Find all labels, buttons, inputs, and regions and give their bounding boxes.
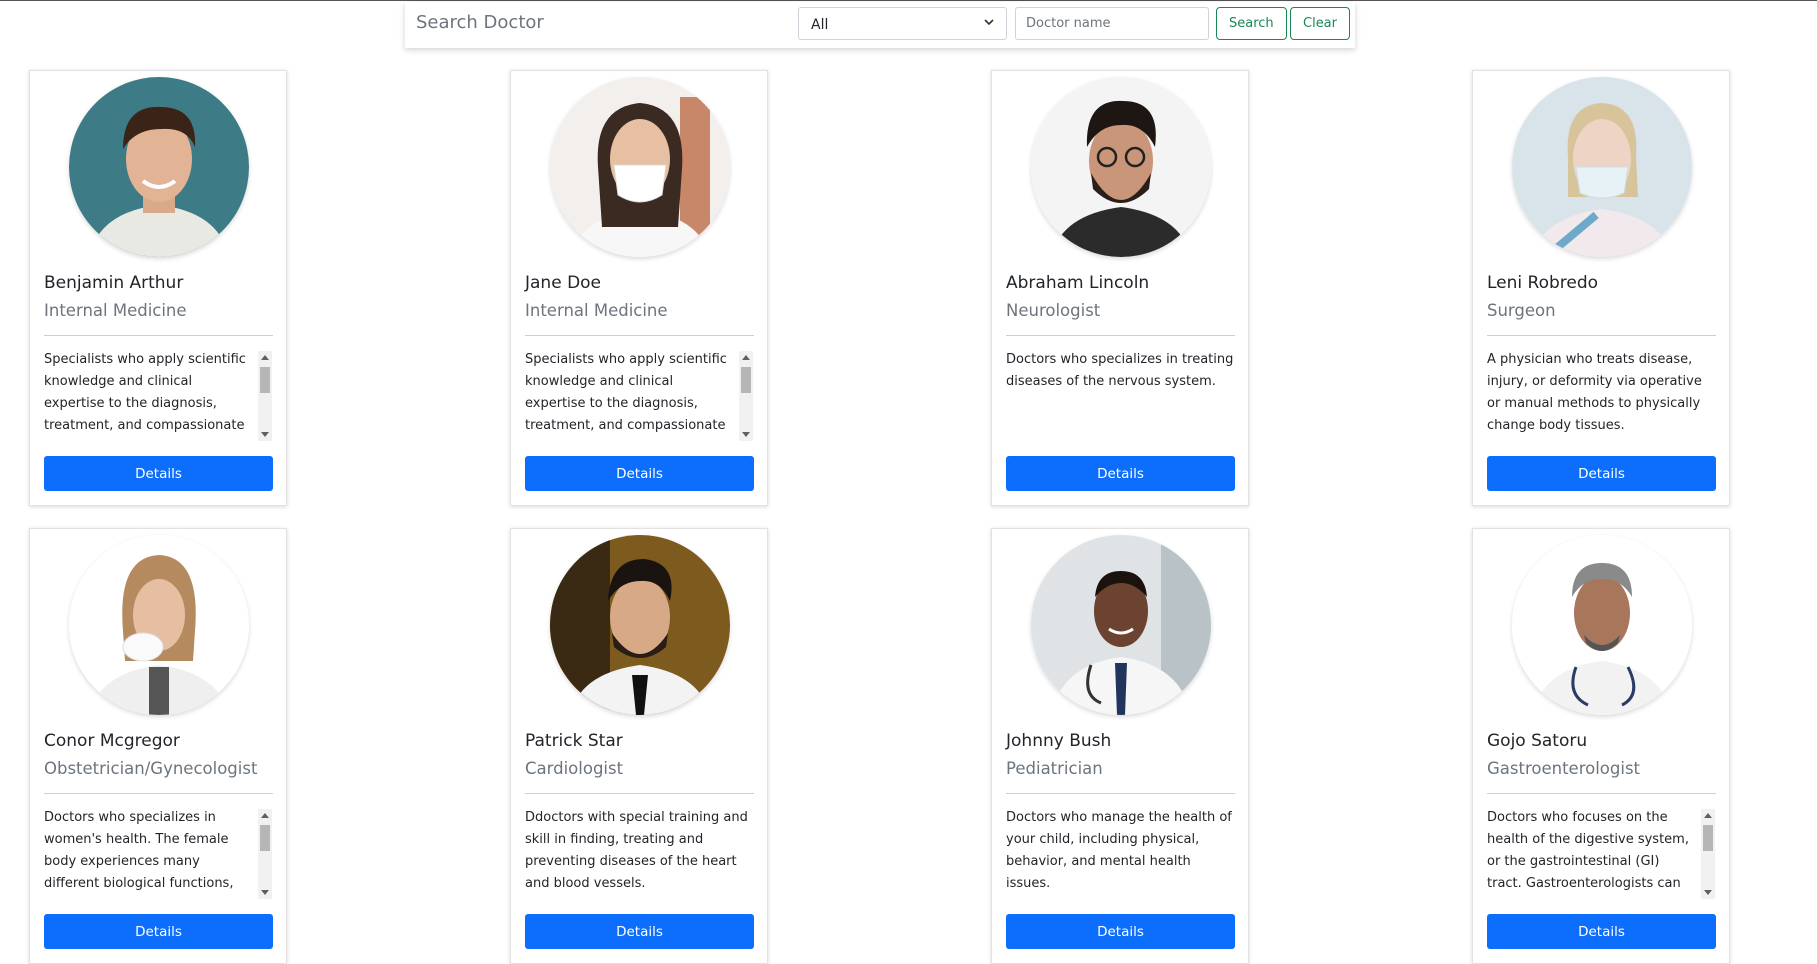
description-scrollbar[interactable] [1701,809,1715,899]
doctor-specialty: Internal Medicine [44,301,187,320]
doctor-description: Doctors who specializes in women's healt… [44,810,234,891]
doctor-photo [1031,535,1211,715]
doctor-name: Gojo Satoru [1487,731,1588,751]
scroll-down-icon[interactable] [261,432,269,437]
doctor-description: Doctors who specializes in treating dise… [1006,352,1234,389]
details-button[interactable]: Details [1006,456,1235,491]
doctor-photo [1031,77,1211,257]
scroll-thumb[interactable] [741,367,751,393]
search-title: Search Doctor [416,12,544,33]
doctor-card: Gojo Satoru Gastroenterologist Doctors w… [1472,528,1730,964]
doctor-name: Johnny Bush [1006,731,1112,751]
divider [44,793,273,794]
doctor-description: Doctors who focuses on the health of the… [1487,810,1689,891]
details-button[interactable]: Details [1487,914,1716,949]
details-button[interactable]: Details [44,456,273,491]
scroll-up-icon[interactable] [742,355,750,360]
details-button[interactable]: Details [1487,456,1716,491]
doctor-specialty: Gastroenterologist [1487,759,1641,778]
scroll-up-icon[interactable] [1704,813,1712,818]
scroll-up-icon[interactable] [261,813,269,818]
doctor-description: A physician who treats disease, injury, … [1487,352,1702,433]
doctor-photo [1512,535,1692,715]
divider [1487,793,1716,794]
doctor-specialty: Obstetrician/Gynecologist [44,759,258,778]
scroll-down-icon[interactable] [261,890,269,895]
specialty-filter-value: All [811,17,829,33]
doctor-description: Specialists who apply scientific knowled… [44,352,246,433]
doctor-card: Leni Robredo Surgeon A physician who tre… [1472,70,1730,506]
doctor-specialty: Surgeon [1487,301,1556,320]
doctor-card: Abraham Lincoln Neurologist Doctors who … [991,70,1249,506]
scroll-thumb[interactable] [1703,825,1713,851]
clear-button[interactable]: Clear [1290,7,1350,40]
doctor-card: Benjamin Arthur Internal Medicine Specia… [29,70,287,506]
doctor-photo [550,77,730,257]
doctor-card: Johnny Bush Pediatrician Doctors who man… [991,528,1249,964]
doctor-description: Doctors who manage the health of your ch… [1006,810,1232,891]
divider [1487,335,1716,336]
doctor-name: Patrick Star [525,731,623,751]
scroll-thumb[interactable] [260,367,270,393]
description-scrollbar[interactable] [258,351,272,441]
doctor-photo [1512,77,1692,257]
doctor-photo [550,535,730,715]
doctor-name-input[interactable] [1015,7,1209,40]
doctor-name: Leni Robredo [1487,273,1599,293]
chevron-down-icon [984,19,994,26]
doctor-specialty: Cardiologist [525,759,624,778]
doctor-name: Benjamin Arthur [44,273,184,293]
scroll-thumb[interactable] [260,825,270,851]
search-bar: Search Doctor All Search Clear [405,2,1355,48]
divider [525,793,754,794]
doctor-photo [69,77,249,257]
divider [525,335,754,336]
doctor-specialty: Pediatrician [1006,759,1103,778]
description-scrollbar[interactable] [258,809,272,899]
doctor-name: Jane Doe [525,273,602,293]
divider [44,335,273,336]
details-button[interactable]: Details [525,456,754,491]
doctor-specialty: Neurologist [1006,301,1101,320]
doctor-description: Specialists who apply scientific knowled… [525,352,727,433]
doctor-specialty: Internal Medicine [525,301,668,320]
doctor-photo [69,535,249,715]
details-button[interactable]: Details [44,914,273,949]
scroll-up-icon[interactable] [261,355,269,360]
doctor-card: Conor Mcgregor Obstetrician/Gynecologist… [29,528,287,964]
scroll-down-icon[interactable] [1704,890,1712,895]
doctor-description: Ddoctors with special training and skill… [525,810,748,891]
specialty-filter-select[interactable]: All [798,7,1007,40]
details-button[interactable]: Details [525,914,754,949]
doctor-card: Patrick Star Cardiologist Ddoctors with … [510,528,768,964]
doctor-name: Conor Mcgregor [44,731,180,751]
scroll-down-icon[interactable] [742,432,750,437]
doctor-card: Jane Doe Internal Medicine Specialists w… [510,70,768,506]
details-button[interactable]: Details [1006,914,1235,949]
search-button[interactable]: Search [1216,7,1287,40]
divider [1006,335,1235,336]
doctor-name: Abraham Lincoln [1006,273,1150,293]
divider [1006,793,1235,794]
description-scrollbar[interactable] [739,351,753,441]
